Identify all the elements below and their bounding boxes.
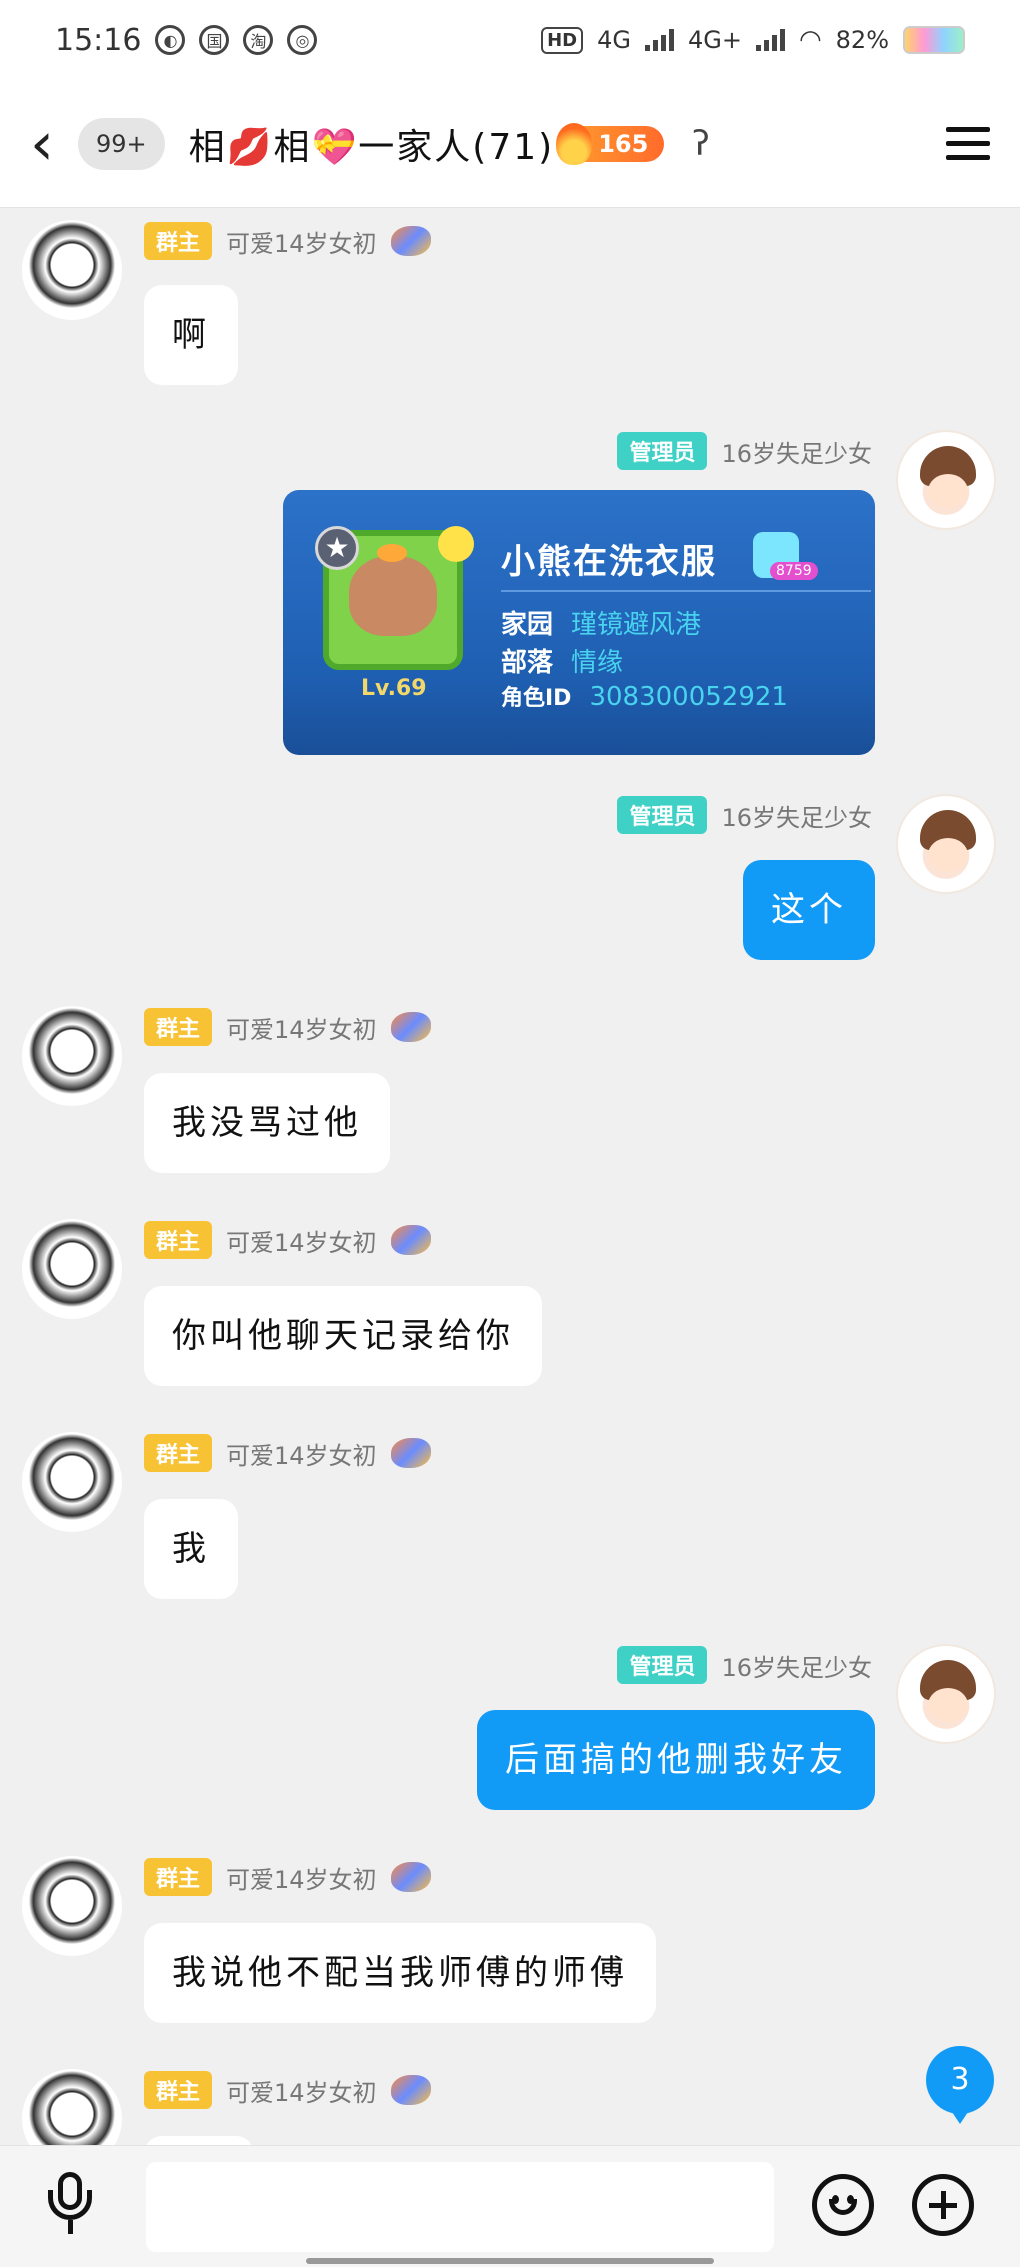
message-bubble[interactable]: 啊: [144, 285, 238, 385]
sender-name: 可爱14岁女初: [226, 229, 377, 258]
sender-meta: 管理员 16岁失足少女: [617, 432, 872, 470]
microphone-icon[interactable]: [44, 2172, 96, 2234]
sender-avatar[interactable]: [22, 1856, 122, 1956]
message-bubble[interactable]: 后面搞的他删我好友: [477, 1710, 875, 1810]
sender-name: 可爱14岁女初: [226, 1865, 377, 1894]
dragon-badge-icon: [390, 1438, 431, 1468]
role-badge-owner: 群主: [144, 1221, 213, 1259]
new-message-count-badge[interactable]: 3: [926, 2046, 994, 2124]
sender-meta: 管理员 16岁失足少女: [617, 1646, 872, 1684]
back-icon[interactable]: ‹: [30, 114, 74, 174]
message-bubble[interactable]: 我说他不配当我师傅的师傅: [144, 1923, 656, 2023]
menu-icon[interactable]: [946, 127, 990, 160]
tribe-value: 情缘: [571, 648, 624, 678]
sender-avatar[interactable]: [22, 2069, 122, 2145]
battery-percent: 82%: [835, 26, 889, 54]
sender-avatar[interactable]: [896, 1644, 996, 1744]
sender-name: 可爱14岁女初: [226, 1228, 377, 1257]
sender-avatar[interactable]: [22, 1006, 122, 1106]
tribe-row: 部落 情缘: [501, 642, 623, 679]
sender-meta: 群主 可爱14岁女初: [144, 2071, 431, 2109]
sender-name: 可爱14岁女初: [226, 2078, 377, 2107]
sun-icon: [438, 526, 474, 562]
sender-meta: 群主 可爱14岁女初: [144, 1221, 431, 1259]
role-id-row: 角色ID 308300052921: [501, 680, 788, 712]
sender-avatar[interactable]: [22, 1219, 122, 1319]
message-bubble[interactable]: 我没骂过他: [144, 1073, 390, 1173]
role-id-label: 角色ID: [501, 686, 572, 711]
message-list[interactable]: 群主 可爱14岁女初 啊 管理员 16岁失足少女 ★ Lv.69 小熊在洗衣服 …: [0, 208, 1020, 2145]
chat-header: ‹ 99+ 相💋相💝一家人(71) 165 ʔ: [0, 80, 1020, 208]
group-fire-badge[interactable]: 165: [556, 122, 665, 165]
sender-avatar[interactable]: [896, 430, 996, 530]
home-label: 家园: [501, 610, 554, 640]
sender-name: 16岁失足少女: [721, 803, 872, 832]
group-title[interactable]: 相💋相💝一家人(71): [189, 118, 555, 170]
sender-meta: 群主 可爱14岁女初: [144, 1858, 431, 1896]
battery-icon: [903, 26, 965, 54]
input-bar: [0, 2145, 1020, 2267]
role-badge-owner: 群主: [144, 1008, 213, 1046]
sender-meta: 群主 可爱14岁女初: [144, 1434, 431, 1472]
home-indicator[interactable]: [306, 2258, 714, 2264]
dragon-badge-icon: [390, 1012, 431, 1042]
hd-icon: HD: [541, 26, 584, 54]
shirt-badge-number: 8759: [770, 562, 818, 580]
role-badge-owner: 群主: [144, 222, 213, 260]
network-4gplus-label: 4G+: [687, 26, 742, 54]
sender-avatar[interactable]: [22, 220, 122, 320]
home-value: 瑾镜避风港: [571, 610, 702, 640]
sender-name: 16岁失足少女: [721, 439, 872, 468]
plus-icon[interactable]: [912, 2174, 974, 2236]
earpiece-mode-icon[interactable]: ʔ: [692, 124, 709, 164]
sender-name: 16岁失足少女: [721, 1653, 872, 1682]
player-name: 小熊在洗衣服: [501, 542, 717, 582]
role-badge-owner: 群主: [144, 1434, 213, 1472]
dragon-badge-icon: [390, 1862, 431, 1892]
tribe-label: 部落: [501, 648, 554, 678]
sender-name: 可爱14岁女初: [226, 1015, 377, 1044]
emoji-icon[interactable]: [812, 2174, 874, 2236]
signal-icon: [755, 29, 785, 51]
sender-name: 可爱14岁女初: [226, 1441, 377, 1470]
message-bubble[interactable]: 我: [144, 1499, 238, 1599]
pet-level: Lv.69: [361, 676, 427, 701]
capybara-pet-icon: [349, 544, 437, 636]
fire-icon: [556, 122, 593, 165]
taobao-notification-icon: 淘: [243, 25, 274, 55]
wifi-icon: ◠: [798, 25, 822, 55]
role-id-value: 308300052921: [589, 682, 788, 712]
app-notification-icon: 国: [199, 25, 230, 55]
fire-count: 165: [598, 129, 649, 158]
role-badge-admin: 管理员: [617, 432, 708, 470]
app-notification-icon: ◐: [155, 25, 186, 55]
sender-meta: 管理员 16岁失足少女: [617, 796, 872, 834]
home-row: 家园 瑾镜避风港: [501, 604, 701, 641]
role-badge-admin: 管理员: [617, 796, 708, 834]
dragon-badge-icon: [390, 2075, 431, 2105]
divider: [501, 590, 871, 592]
status-bar: 15:16 ◐ 国 淘 ◎ HD 4G 4G+ ◠ 82%: [0, 0, 1020, 80]
app-notification-icon: ◎: [287, 25, 318, 55]
sender-avatar[interactable]: [896, 794, 996, 894]
sender-meta: 群主 可爱14岁女初: [144, 1008, 431, 1046]
star-icon: ★: [315, 526, 359, 570]
dragon-badge-icon: [390, 226, 431, 256]
status-time: 15:16: [55, 22, 142, 58]
message-bubble[interactable]: 这个: [743, 860, 875, 960]
sender-avatar[interactable]: [22, 1432, 122, 1532]
sender-meta: 群主 可爱14岁女初: [144, 222, 431, 260]
role-badge-admin: 管理员: [617, 1646, 708, 1684]
dragon-badge-icon: [390, 1225, 431, 1255]
network-4g-label: 4G: [597, 26, 631, 54]
message-bubble[interactable]: [144, 2136, 254, 2145]
message-input[interactable]: [146, 2162, 774, 2252]
role-badge-owner: 群主: [144, 1858, 213, 1896]
signal-icon: [644, 29, 674, 51]
role-badge-owner: 群主: [144, 2071, 213, 2109]
message-bubble[interactable]: 你叫他聊天记录给你: [144, 1286, 542, 1386]
game-profile-image[interactable]: ★ Lv.69 小熊在洗衣服 8759 家园 瑾镜避风港 部落 情缘 角色ID 308…: [283, 490, 875, 755]
unread-count-badge[interactable]: 99+: [78, 117, 165, 170]
